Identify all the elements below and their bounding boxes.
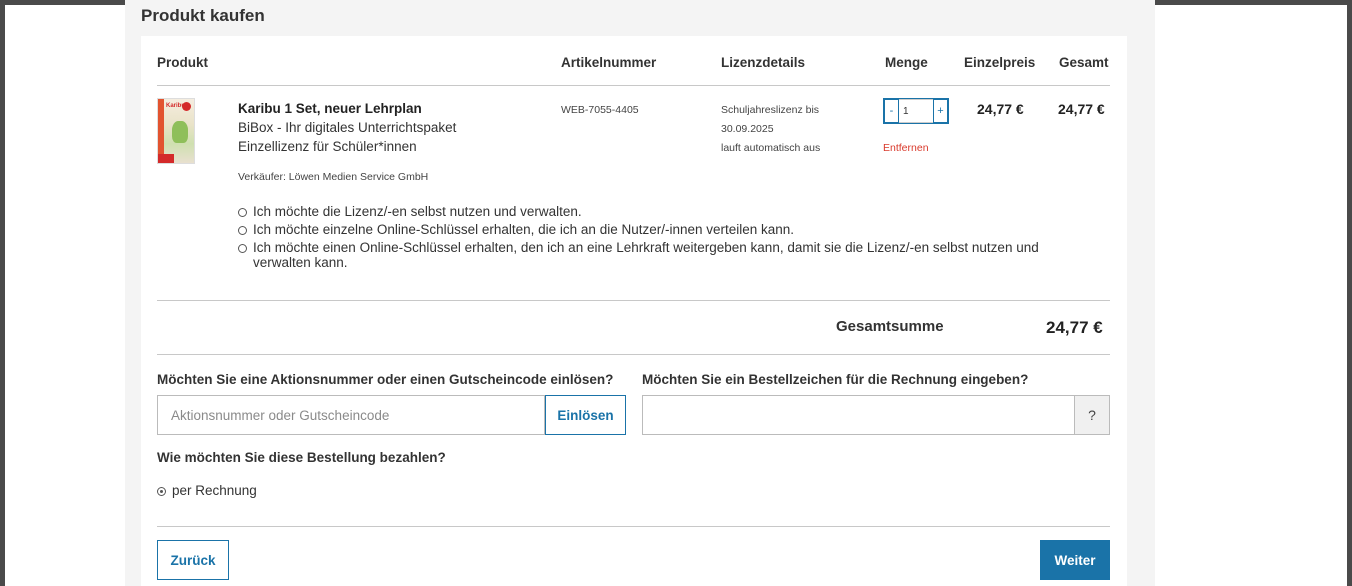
divider [157,300,1110,301]
divider [157,85,1110,86]
radio-icon[interactable] [238,226,247,235]
header-unit-price: Einzelpreis [964,55,1036,70]
payment-option-invoice[interactable]: per Rechnung [157,483,257,498]
radio-icon[interactable] [238,244,247,253]
product-subtitle: BiBox - Ihr digitales Unterrichtspaket [238,120,457,135]
back-button[interactable]: Zurück [157,540,229,580]
checkout-card [141,36,1127,586]
quantity-increase-button[interactable]: + [933,99,948,123]
license-option-label: Ich möchte einen Online-Schlüssel erhalt… [253,240,1039,270]
quantity-value[interactable]: 1 [899,99,933,123]
divider [157,526,1110,527]
license-option-label: Ich möchte die Lizenz/-en selbst nutzen … [253,204,582,219]
license-option-label: Ich möchte einzelne Online-Schlüssel erh… [253,222,795,237]
license-line-2: 30.09.2025 [721,123,774,135]
quantity-decrease-button[interactable]: - [884,99,899,123]
header-total: Gesamt [1059,55,1109,70]
article-number: WEB-7055-4405 [561,104,639,116]
radio-icon[interactable] [238,208,247,217]
order-reference-question: Möchten Sie ein Bestellzeichen für die R… [642,372,1029,387]
order-reference-input[interactable] [642,395,1075,435]
voucher-question: Möchten Sie eine Aktionsnummer oder eine… [157,372,614,387]
product-seller: Verkäufer: Löwen Medien Service GmbH [238,171,429,183]
page-title: Produkt kaufen [141,6,265,25]
redeem-button[interactable]: Einlösen [545,395,626,435]
license-option-self[interactable]: Ich möchte die Lizenz/-en selbst nutzen … [238,204,582,219]
grand-total-value: 24,77 € [1046,318,1103,337]
total-price: 24,77 € [1058,101,1105,117]
header-article-number: Artikelnummer [561,55,657,70]
payment-option-label: per Rechnung [172,483,257,498]
license-option-teacher[interactable]: Ich möchte einen Online-Schlüssel erhalt… [238,240,1098,270]
product-cover-image: Karibu [157,98,195,164]
voucher-input[interactable] [157,395,545,435]
remove-link[interactable]: Entfernen [883,142,929,154]
help-button[interactable]: ? [1074,395,1110,435]
license-line-1: Schuljahreslizenz bis [721,104,820,116]
quantity-stepper: - 1 + [883,98,949,124]
grand-total-label: Gesamtsumme [836,318,944,335]
divider [157,354,1110,355]
license-option-keys[interactable]: Ich möchte einzelne Online-Schlüssel erh… [238,222,794,237]
license-line-3: lauft automatisch aus [721,142,821,154]
header-product: Produkt [157,55,209,70]
unit-price: 24,77 € [977,101,1024,117]
payment-question: Wie möchten Sie diese Bestellung bezahle… [157,450,446,465]
next-button[interactable]: Weiter [1040,540,1110,580]
header-license-details: Lizenzdetails [721,55,806,70]
product-license-type: Einzellizenz für Schüler*innen [238,139,417,154]
header-quantity: Menge [885,55,928,70]
radio-selected-icon[interactable] [157,487,166,496]
product-title: Karibu 1 Set, neuer Lehrplan [238,101,422,116]
